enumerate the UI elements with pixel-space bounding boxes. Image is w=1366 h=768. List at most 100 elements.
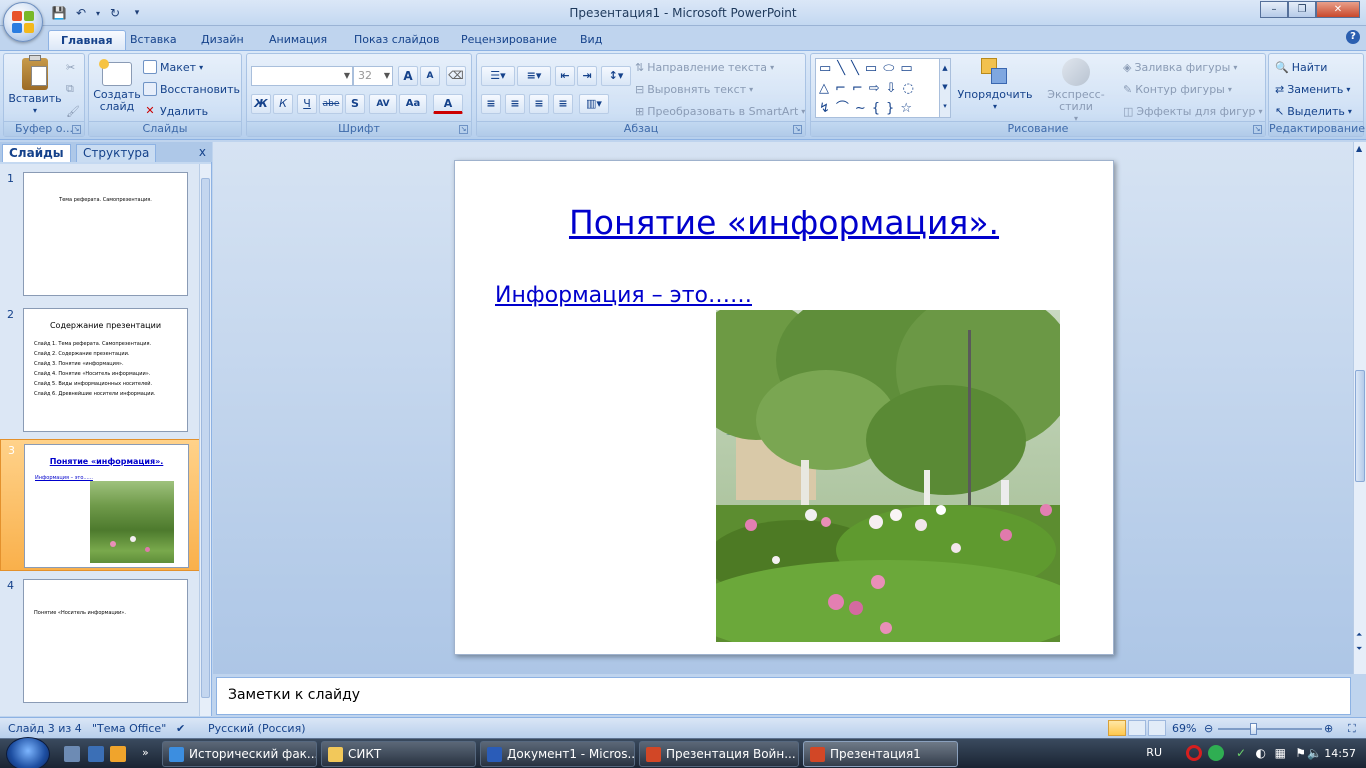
slide-thumbnail-4[interactable]: 4 Понятие «Носитель информации». [0, 575, 200, 707]
zoom-level[interactable]: 69% [1172, 722, 1196, 735]
slide-editor-scroll-thumb[interactable] [1355, 370, 1365, 482]
media-player-icon[interactable] [110, 746, 126, 762]
more-quicklaunch-icon[interactable]: » [142, 746, 158, 762]
shape-outline-button[interactable]: ✎ Контур фигуры ▾ [1123, 80, 1232, 98]
tray-app-icon[interactable] [1208, 745, 1224, 761]
select-button[interactable]: ↖ Выделить ▾ [1275, 102, 1352, 120]
scroll-up-icon[interactable]: ▲ [1356, 144, 1362, 153]
grow-font-button[interactable]: A [398, 66, 418, 86]
garden-photo[interactable] [716, 310, 1060, 642]
maximize-button[interactable]: ❐ [1288, 1, 1316, 18]
next-slide-icon[interactable]: ⏷ [1356, 644, 1362, 654]
paragraph-launcher-icon[interactable]: ↘ [793, 125, 802, 134]
drawing-launcher-icon[interactable]: ↘ [1253, 125, 1262, 134]
align-left-button[interactable]: ≡ [481, 94, 501, 114]
shapes-gallery[interactable]: ▭╲╲▭⬭▭ △⌐⌐⇨⇩◌ ↯⌒∼{}☆ [815, 58, 947, 118]
slide-title[interactable]: Понятие «информация». [455, 203, 1113, 242]
network-signal-icon[interactable]: ✓ [1236, 746, 1246, 760]
office-button[interactable] [3, 2, 43, 42]
tab-slideshow[interactable]: Показ слайдов [342, 30, 452, 50]
bold-button[interactable]: Ж [251, 94, 271, 114]
new-slide-button[interactable]: Создать слайд [91, 58, 143, 113]
zoom-slider-knob[interactable] [1250, 723, 1257, 735]
task-powerpoint-active[interactable]: Презентация1 [803, 741, 958, 767]
slide-thumbnail-1[interactable]: 1 Тема реферата. Самопрезентация. [0, 168, 200, 300]
tray-icon[interactable]: ◐ [1256, 746, 1266, 760]
line-spacing-button[interactable]: ↕▾ [601, 66, 631, 86]
input-language[interactable]: RU [1146, 746, 1162, 759]
italic-button[interactable]: К [273, 94, 293, 114]
find-button[interactable]: 🔍 Найти [1275, 58, 1327, 76]
delete-slide-button[interactable]: ✕ Удалить [143, 102, 208, 120]
decrease-indent-button[interactable]: ⇤ [555, 66, 575, 86]
tab-insert[interactable]: Вставка [118, 30, 189, 50]
clipboard-launcher-icon[interactable]: ↘ [72, 125, 81, 134]
fit-window-icon[interactable]: ⛶ [1348, 722, 1356, 736]
slides-pane-close-icon[interactable]: x [199, 145, 206, 159]
strikethrough-button[interactable]: abe [319, 94, 343, 114]
font-color-button[interactable]: A [433, 94, 463, 114]
zoom-slider[interactable] [1218, 723, 1322, 735]
text-direction-button[interactable]: ⇅ Направление текста ▾ [635, 58, 774, 76]
arrange-button[interactable]: Упорядочить ▾ [957, 58, 1033, 113]
current-slide[interactable]: Понятие «информация». Информация – это…… [454, 160, 1114, 655]
slides-pane-scrollbar[interactable] [199, 164, 211, 716]
copy-icon[interactable]: ⧉ [66, 80, 74, 98]
bullets-button[interactable]: ☰▾ [481, 66, 515, 86]
theme-name[interactable]: "Тема Office" [92, 722, 166, 735]
clear-format-button[interactable]: ⌫ [446, 66, 466, 86]
action-center-icon[interactable]: ⚑ [1295, 746, 1306, 760]
smartart-button[interactable]: ⊞ Преобразовать в SmartArt ▾ [635, 102, 805, 120]
close-button[interactable]: ✕ [1316, 1, 1360, 18]
font-launcher-icon[interactable]: ↘ [459, 125, 468, 134]
format-painter-icon[interactable]: 🖌 [66, 102, 80, 120]
start-button[interactable] [6, 737, 50, 768]
align-text-button[interactable]: ⊟ Выровнять текст ▾ [635, 80, 753, 98]
char-spacing-button[interactable]: AV [369, 94, 397, 114]
shrink-font-button[interactable]: A [420, 66, 440, 86]
tab-view[interactable]: Вид [568, 30, 614, 50]
tab-slides[interactable]: Слайды [2, 144, 71, 162]
tab-review[interactable]: Рецензирование [449, 30, 569, 50]
slide-thumbnail-2[interactable]: 2 Содержание презентации Слайд 1. Тема р… [0, 304, 200, 436]
clock[interactable]: 14:57 [1324, 747, 1356, 760]
shapes-scroll[interactable]: ▲ ▼ ▾ [939, 58, 951, 118]
slide-body-text[interactable]: Информация – это…… [495, 283, 752, 308]
slides-pane-scroll-thumb[interactable] [201, 178, 210, 698]
help-icon[interactable]: ? [1346, 30, 1360, 44]
reset-button[interactable]: Восстановить [143, 80, 240, 98]
task-powerpoint-2[interactable]: Презентация Войн... [639, 741, 799, 767]
numbering-button[interactable]: ≡▾ [517, 66, 551, 86]
slide-sorter-button[interactable] [1128, 720, 1146, 736]
increase-indent-button[interactable]: ⇥ [577, 66, 597, 86]
volume-icon[interactable]: 🔈 [1307, 746, 1322, 760]
columns-button[interactable]: ▥▾ [579, 94, 609, 114]
notes-pane[interactable]: Заметки к слайду [216, 677, 1351, 715]
align-right-button[interactable]: ≡ [529, 94, 549, 114]
task-word[interactable]: Документ1 - Micros... [480, 741, 635, 767]
task-folder[interactable]: СИКТ [321, 741, 476, 767]
underline-button[interactable]: Ч [297, 94, 317, 114]
shadow-button[interactable]: S [345, 94, 365, 114]
quick-styles-button[interactable]: Экспресс-стили ▾ [1033, 58, 1119, 125]
shape-effects-button[interactable]: ◫ Эффекты для фигур ▾ [1123, 102, 1263, 120]
justify-button[interactable]: ≡ [553, 94, 573, 114]
tab-design[interactable]: Дизайн [189, 30, 256, 50]
tab-outline[interactable]: Структура [76, 144, 157, 162]
zoom-in-icon[interactable]: ⊕ [1324, 722, 1333, 735]
language-indicator[interactable]: Русский (Россия) [208, 722, 306, 735]
paste-button[interactable]: Вставить ▾ [6, 55, 64, 117]
spellcheck-icon[interactable]: ✔ [176, 722, 185, 735]
slide-thumbnail-3[interactable]: 3 Понятие «информация». Информация – это… [0, 439, 200, 571]
previous-slide-icon[interactable]: ⏶ [1356, 630, 1362, 640]
font-size-combo[interactable]: 32 ▼ [353, 66, 393, 86]
slideshow-button[interactable] [1148, 720, 1166, 736]
show-desktop-icon[interactable] [64, 746, 80, 762]
tab-animation[interactable]: Анимация [257, 30, 339, 50]
minimize-button[interactable]: – [1260, 1, 1288, 18]
align-center-button[interactable]: ≡ [505, 94, 525, 114]
replace-button[interactable]: ⇄ Заменить ▾ [1275, 80, 1350, 98]
cut-icon[interactable]: ✂ [66, 58, 75, 76]
opera-icon[interactable] [1186, 745, 1202, 761]
network-icon[interactable]: ▦ [1275, 746, 1286, 760]
